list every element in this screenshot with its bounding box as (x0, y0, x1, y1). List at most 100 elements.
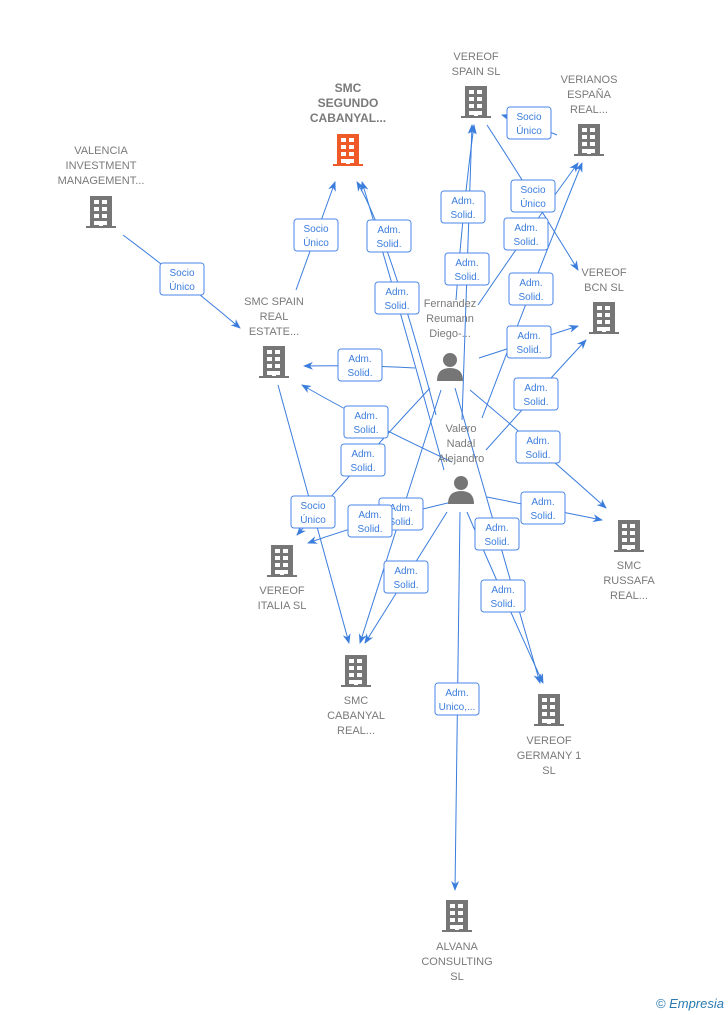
edge-label[interactable]: Adm. Solid. (374, 281, 420, 315)
node-label: ESTATE... (249, 326, 299, 338)
node-label: SMC SPAIN (244, 296, 304, 308)
node-label: INVESTMENT (66, 160, 137, 172)
edge-label-text: Único (520, 197, 546, 210)
edge-label-text: Solid. (516, 345, 541, 356)
edge-label[interactable]: Adm. Solid. (474, 517, 520, 551)
node-label: SMC (335, 81, 362, 95)
graph-canvas: SocioÚnicoSocioÚnicoAdm.Solid.Adm.Solid.… (58, 51, 656, 983)
node-segundo[interactable]: SMCSEGUNDOCABANYAL... (310, 81, 386, 166)
edge-label-text: Solid. (393, 580, 418, 591)
edge-label[interactable]: Adm. Solid. (366, 219, 412, 253)
node-italia[interactable]: VEREOF ITALIA SL (258, 545, 307, 612)
edge-label-text: Socio (169, 268, 194, 279)
node-alvana[interactable]: ALVANA CONSULTING SL (421, 900, 493, 983)
node-germany[interactable]: VEREOF GERMANY 1 SL (517, 694, 582, 777)
edge-label[interactable]: Adm. Solid. (513, 377, 559, 411)
node-label: Reumann (426, 313, 474, 325)
node-label: SL (542, 765, 555, 777)
building-icon (574, 124, 604, 156)
node-label: Valero (446, 423, 477, 435)
edge-label[interactable]: Adm. Solid. (508, 272, 554, 306)
edge-label[interactable]: Adm. Solid. (503, 217, 549, 251)
node-label: REAL... (610, 590, 648, 602)
building-icon (267, 545, 297, 577)
edge-label[interactable]: SocioÚnico (290, 495, 336, 529)
edge-label-text: Unico,... (439, 702, 476, 713)
edge-label-text: Adm. (394, 566, 417, 577)
node-label: Fernandez (424, 298, 477, 310)
node-label: VEREOF (581, 267, 627, 279)
edge-label-text: Adm. (519, 278, 542, 289)
node-label: CABANYAL... (310, 111, 386, 125)
node-smcspain[interactable]: SMC SPAIN REAL ESTATE... (244, 296, 304, 378)
edge-label-text: Socio (303, 224, 328, 235)
edge-label-text: Adm. (451, 196, 474, 207)
edge-label-text: Solid. (490, 599, 515, 610)
edge-label-text: Adm. (385, 287, 408, 298)
node-label: REAL... (337, 725, 375, 737)
node-label: SMC (344, 695, 369, 707)
edge-label[interactable]: Adm. Unico,... (434, 682, 480, 716)
building-icon (333, 134, 363, 166)
edge-label[interactable]: Adm. Solid. (515, 430, 561, 464)
edge-label-text: Solid. (525, 450, 550, 461)
edge-label-text: Adm. (445, 688, 468, 699)
edge-label[interactable]: Adm. Solid. (347, 504, 393, 538)
edge-label-text: Adm. (377, 225, 400, 236)
node-label: MANAGEMENT... (58, 175, 145, 187)
node-fernandez[interactable]: Fernandez Reumann Diego-... (424, 298, 477, 381)
edge-label[interactable]: Adm. Solid. (506, 325, 552, 359)
node-label: REAL... (570, 104, 608, 116)
edge-label[interactable]: Adm. Solid. (337, 348, 383, 382)
node-label: SL (450, 971, 463, 983)
node-label: CONSULTING (421, 956, 492, 968)
edge-label-text: Adm. (358, 510, 381, 521)
edge-label-text: Adm. (524, 383, 547, 394)
node-label: VALENCIA (74, 145, 128, 157)
building-icon (589, 302, 619, 334)
edge-label-text: Adm. (485, 523, 508, 534)
edge-label-text: Socio (300, 501, 325, 512)
node-label: VEREOF (526, 735, 572, 747)
node-verianos[interactable]: VERIANOS ESPAÑA REAL... (561, 74, 618, 156)
edge-label[interactable]: Adm. Solid. (444, 252, 490, 286)
edge-label[interactable]: Adm. Solid. (440, 190, 486, 224)
edge-label-text: Adm. (351, 449, 374, 460)
copyright-symbol: © (655, 996, 666, 1011)
node-bcn[interactable]: VEREOF BCN SL (581, 267, 627, 334)
node-cabanyal[interactable]: SMC CABANYAL REAL... (327, 655, 385, 737)
edge-label-text: Solid. (376, 239, 401, 250)
edge-label[interactable]: Adm. Solid. (383, 560, 429, 594)
edge-label[interactable]: Adm. Solid. (480, 579, 526, 613)
node-valero[interactable]: Valero Nadal Alejandro (438, 423, 484, 504)
node-label: SPAIN SL (452, 66, 501, 78)
node-label: GERMANY 1 (517, 750, 582, 762)
edge-label-text: Adm. (531, 497, 554, 508)
edge-label-text: Adm. (348, 354, 371, 365)
edge-label-text: Adm. (491, 585, 514, 596)
node-vspain[interactable]: VEREOF SPAIN SL (452, 51, 501, 118)
node-label: BCN SL (584, 282, 624, 294)
edge-label-text: Solid. (350, 463, 375, 474)
node-label: ESPAÑA (567, 88, 611, 101)
edge-label[interactable]: Adm. Solid. (520, 491, 566, 525)
edge-label-text: Único (303, 236, 329, 249)
edge-label[interactable]: SocioÚnico (159, 262, 205, 296)
edge-label-text: Solid. (530, 511, 555, 522)
node-russafa[interactable]: SMC RUSSAFA REAL... (603, 520, 655, 602)
brand-logo: Empresia (669, 996, 724, 1011)
edge-label[interactable]: SocioÚnico (293, 218, 339, 252)
node-valencia[interactable]: VALENCIA INVESTMENT MANAGEMENT... (58, 145, 145, 228)
building-icon (534, 694, 564, 726)
building-icon (341, 655, 371, 687)
edge-label[interactable]: SocioÚnico (506, 106, 552, 140)
node-label: Nadal (447, 438, 476, 450)
edge-label-text: Único (516, 124, 542, 137)
edge-label-text: Solid. (454, 272, 479, 283)
edge-label[interactable]: Adm. Solid. (343, 405, 389, 439)
edge-label-text: Adm. (389, 503, 412, 514)
edge-label[interactable]: Adm. Solid. (340, 443, 386, 477)
person-icon (437, 353, 463, 381)
edge-label[interactable]: SocioÚnico (510, 179, 556, 213)
edge-label-text: Solid. (353, 425, 378, 436)
